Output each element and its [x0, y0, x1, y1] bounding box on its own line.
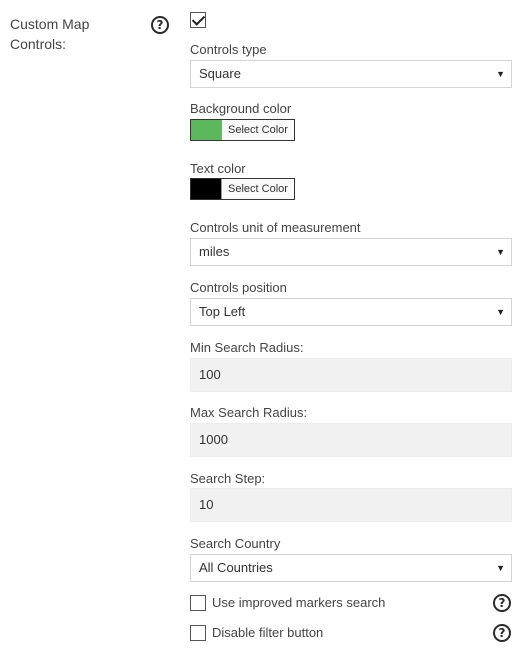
dropdown-arrow-icon: ▼ [496, 563, 505, 573]
controls-type-select[interactable]: Square ▼ [190, 60, 512, 88]
checkmark-icon [191, 12, 206, 26]
help-circle-icon[interactable]: ? [493, 594, 511, 612]
search-step-input[interactable]: 10 [190, 488, 512, 522]
disable-filter-checkbox[interactable] [190, 625, 206, 641]
max-radius-input[interactable]: 1000 [190, 423, 512, 457]
background-color-label: Background color [190, 101, 292, 116]
position-label: Controls position [190, 280, 287, 295]
dropdown-arrow-icon: ▼ [496, 69, 505, 79]
disable-filter-label: Disable filter button [212, 625, 324, 640]
min-radius-label: Min Search Radius: [190, 340, 304, 355]
search-country-value: All Countries [199, 560, 273, 575]
background-color-picker[interactable]: Select Color [190, 119, 295, 141]
text-select-color-button[interactable]: Select Color [221, 179, 294, 199]
text-color-picker[interactable]: Select Color [190, 178, 295, 200]
improved-search-checkbox[interactable] [190, 595, 206, 611]
position-select[interactable]: Top Left ▼ [190, 298, 512, 326]
search-step-label: Search Step: [190, 471, 266, 486]
search-country-select[interactable]: All Countries ▼ [190, 554, 512, 582]
position-value: Top Left [199, 304, 246, 319]
custom-map-controls-checkbox[interactable] [190, 12, 206, 28]
unit-label: Controls unit of measurement [190, 220, 361, 235]
max-radius-label: Max Search Radius: [190, 405, 308, 420]
unit-value: miles [199, 244, 230, 259]
background-color-swatch [191, 120, 221, 140]
text-color-swatch [191, 179, 221, 199]
background-select-color-button[interactable]: Select Color [221, 120, 294, 140]
text-color-label: Text color [190, 161, 246, 176]
controls-type-value: Square [199, 66, 241, 81]
min-radius-input[interactable]: 100 [190, 358, 512, 392]
unit-select[interactable]: miles ▼ [190, 238, 512, 266]
dropdown-arrow-icon: ▼ [496, 307, 505, 317]
improved-search-label: Use improved markers search [212, 595, 386, 610]
search-country-label: Search Country [190, 536, 281, 551]
controls-type-label: Controls type [190, 42, 267, 57]
custom-map-controls-label: Custom Map Controls: [10, 16, 90, 52]
dropdown-arrow-icon: ▼ [496, 247, 505, 257]
help-circle-icon[interactable]: ? [493, 624, 511, 642]
help-circle-icon[interactable]: ? [151, 16, 169, 34]
